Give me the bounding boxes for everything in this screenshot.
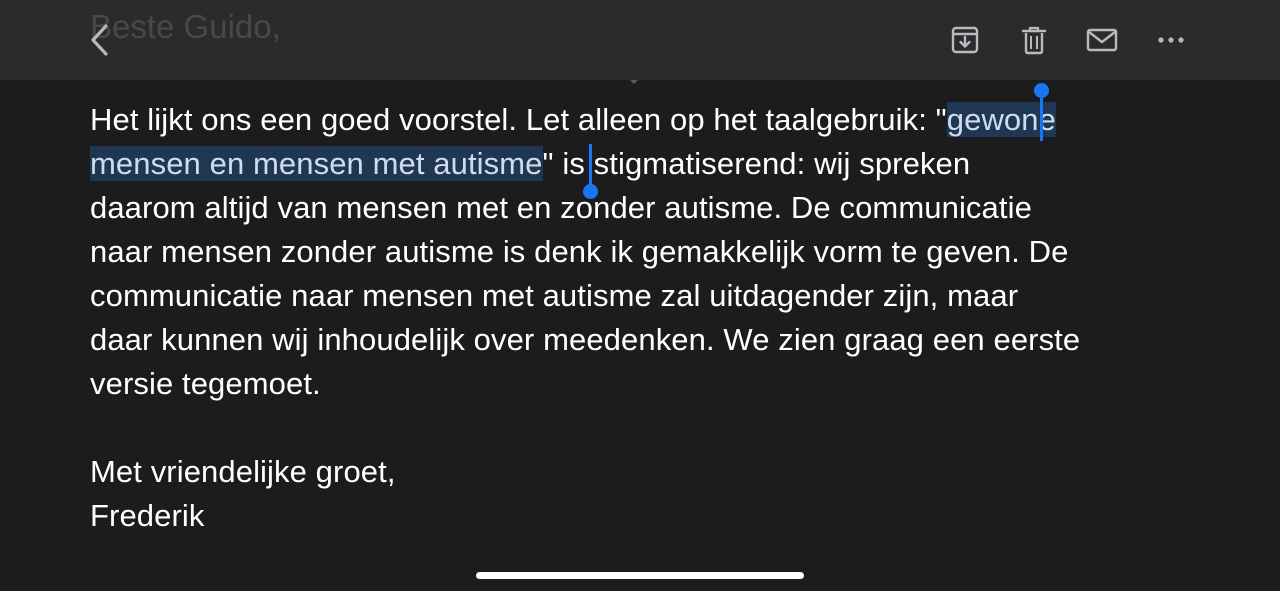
more-options-button[interactable] — [1151, 20, 1191, 60]
dropdown-caret-icon — [630, 80, 638, 84]
body-line-3: daarom altijd van mensen met en zonder a… — [90, 190, 1032, 225]
message-body[interactable]: Het lijkt ons een goed voorstel. Let all… — [90, 98, 1200, 538]
back-button[interactable] — [80, 20, 120, 60]
message-paragraph: Het lijkt ons een goed voorstel. Let all… — [90, 98, 1200, 406]
archive-tray-icon — [951, 26, 979, 54]
selection-end-handle[interactable] — [583, 144, 598, 199]
body-line-4: naar mensen zonder autisme is denk ik ge… — [90, 234, 1069, 269]
ellipsis-icon — [1158, 37, 1184, 43]
signature-name: Frederik — [90, 498, 205, 533]
selection-start-handle[interactable] — [1034, 83, 1049, 141]
chevron-left-icon — [91, 24, 108, 56]
trash-icon — [1021, 26, 1047, 55]
body-line-5: communicatie naar mensen met autisme zal… — [90, 278, 1019, 313]
signature-block: Met vriendelijke groet, Frederik — [90, 450, 1200, 538]
body-line-1: Het lijkt ons een goed voorstel. Let all… — [90, 102, 1056, 137]
closing-line: Met vriendelijke groet, — [90, 454, 396, 489]
body-line-7: versie tegemoet. — [90, 366, 321, 401]
body-line-2: mensen en mensen met autisme" is stigmat… — [90, 146, 971, 181]
top-toolbar: Beste Guido, — [0, 0, 1280, 80]
mark-unread-button[interactable] — [1082, 20, 1122, 60]
envelope-icon — [1086, 28, 1118, 52]
body-line-6: daar kunnen wij inhoudelijk over meedenk… — [90, 322, 1081, 357]
selected-text[interactable]: mensen en mensen met autisme — [90, 146, 543, 181]
archive-button[interactable] — [945, 20, 985, 60]
delete-button[interactable] — [1014, 20, 1054, 60]
home-indicator[interactable] — [476, 572, 804, 579]
